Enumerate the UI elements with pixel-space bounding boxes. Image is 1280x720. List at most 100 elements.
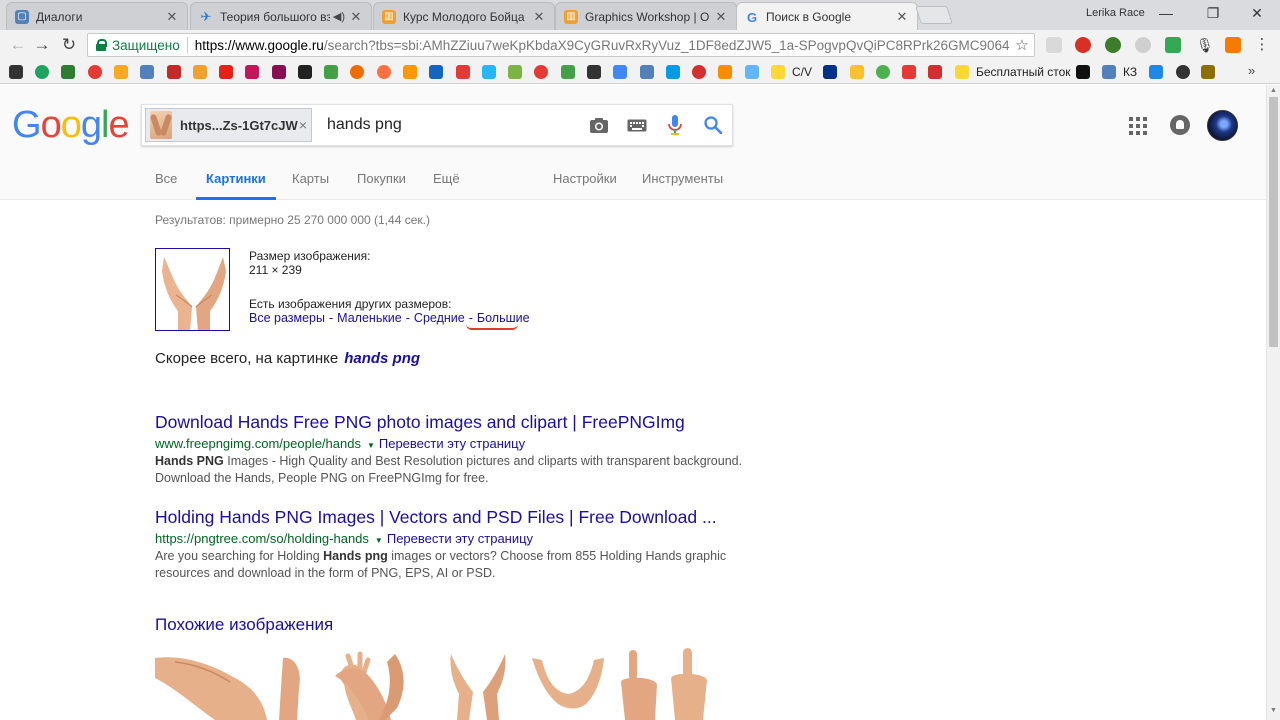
similar-image[interactable] (528, 648, 608, 720)
similar-image[interactable] (447, 648, 509, 720)
bookmark-icon[interactable] (850, 65, 864, 79)
shield-check-icon[interactable] (1165, 37, 1181, 53)
image-query-chip[interactable]: https...Zs-1Gt7cJW × (145, 108, 312, 142)
bookmark-kz[interactable]: КЗ (1123, 65, 1137, 79)
bookmark-icon[interactable] (298, 65, 312, 79)
query-image-preview[interactable] (155, 248, 230, 331)
audio-playing-icon[interactable]: ◀) (333, 10, 345, 23)
bookmark-icon[interactable] (324, 65, 338, 79)
extension-icon[interactable] (1105, 37, 1121, 53)
forward-arrow-icon[interactable]: → (32, 35, 52, 55)
tab-graphics-workshop[interactable]: ▥ Graphics Workshop | Об ✕ (555, 2, 737, 30)
profile-name[interactable]: Lerika Race (1086, 7, 1145, 19)
bookmark-icon[interactable] (928, 65, 942, 79)
bookmark-star-icon[interactable]: ☆ (1010, 36, 1034, 54)
bookmark-icon[interactable] (429, 65, 443, 79)
menu-kebab-icon[interactable]: ⋮ (1252, 35, 1272, 53)
similar-image[interactable] (273, 648, 323, 720)
bookmark-free-stock[interactable]: Бесплатный сток (976, 65, 1071, 79)
tab-close-icon[interactable]: ✕ (349, 9, 363, 25)
tab-tools[interactable]: Инструменты (642, 171, 723, 186)
bookmark-icon[interactable] (508, 65, 522, 79)
dropdown-triangle-icon[interactable]: ▼ (367, 441, 375, 450)
tab-big-bang-theory[interactable]: ✈ Теория большого вз ◀) ✕ (190, 2, 372, 30)
vk-icon[interactable] (1102, 65, 1116, 79)
dropdown-triangle-icon[interactable]: ▼ (375, 536, 383, 545)
similar-images-heading[interactable]: Похожие изображения (155, 615, 333, 635)
secure-label[interactable]: Защищено (112, 38, 180, 53)
medium-sizes-link[interactable]: Средние (414, 311, 465, 325)
scroll-down-icon[interactable]: ▼ (1270, 707, 1277, 714)
folder-icon[interactable] (955, 65, 969, 79)
large-sizes-link[interactable]: Большие (477, 311, 530, 325)
bookmark-icon[interactable] (902, 65, 916, 79)
address-bar[interactable]: Защищено https://www.google.ru/search?tb… (87, 33, 1035, 57)
tab-close-icon[interactable]: ✕ (714, 9, 728, 25)
google-logo[interactable]: Google (12, 104, 130, 147)
bookmark-icon[interactable] (1176, 65, 1190, 79)
extension-icon[interactable] (1225, 37, 1241, 53)
result-title-link[interactable]: Download Hands Free PNG photo images and… (155, 412, 685, 432)
bookmark-icon[interactable] (350, 65, 364, 79)
tab-close-icon[interactable]: ✕ (532, 9, 546, 25)
tab-more[interactable]: Ещё (433, 171, 460, 186)
bookmark-icon[interactable] (377, 65, 391, 79)
microphone-extension-icon[interactable]: 🎙 (1196, 37, 1214, 53)
window-close-icon[interactable]: ✕ (1245, 5, 1269, 22)
similar-image[interactable] (663, 648, 713, 720)
bookmark-icon[interactable] (718, 65, 732, 79)
back-arrow-icon[interactable]: ← (8, 35, 28, 55)
folder-icon[interactable] (771, 65, 785, 79)
search-box[interactable]: https...Zs-1Gt7cJW × hands png (141, 104, 733, 146)
bookmark-icon[interactable] (61, 65, 75, 79)
tab-google-search[interactable]: G Поиск в Google ✕ (736, 2, 918, 31)
notifications-icon[interactable] (1170, 115, 1190, 135)
camera-icon[interactable] (580, 110, 618, 140)
bookmark-cv[interactable]: C/V (792, 65, 812, 79)
bookmark-icon[interactable] (167, 65, 181, 79)
tab-settings[interactable]: Настройки (553, 171, 617, 186)
workshop-icon[interactable] (193, 65, 207, 79)
new-tab-button[interactable] (915, 6, 953, 24)
bookmark-icon[interactable] (482, 65, 496, 79)
bookmarks-overflow-icon[interactable]: » (1248, 63, 1255, 78)
page-scrollbar[interactable]: ▲ ▼ (1266, 85, 1280, 720)
minimize-icon[interactable]: — (1154, 5, 1178, 21)
medium-icon[interactable] (1076, 65, 1090, 79)
paypal-icon[interactable] (823, 65, 837, 79)
tab-all[interactable]: Все (155, 171, 177, 186)
bookmark-icon[interactable] (666, 65, 680, 79)
search-input[interactable]: hands png (327, 116, 580, 134)
similar-image[interactable] (155, 648, 270, 720)
bookmark-icon[interactable] (114, 65, 128, 79)
scrollbar-thumb[interactable] (1269, 97, 1278, 347)
chip-close-icon[interactable]: × (299, 117, 307, 133)
bookmark-icon[interactable] (561, 65, 575, 79)
bookmark-icon[interactable] (534, 65, 548, 79)
tab-shopping[interactable]: Покупки (357, 171, 406, 186)
bookmark-icon[interactable] (745, 65, 759, 79)
small-sizes-link[interactable]: Маленькие (337, 311, 402, 325)
vk-icon[interactable] (140, 65, 154, 79)
translate-icon[interactable] (613, 65, 627, 79)
bookmark-icon[interactable] (9, 65, 23, 79)
similar-image[interactable] (335, 648, 415, 720)
bookmark-icon[interactable] (272, 65, 286, 79)
tab-close-icon[interactable]: ✕ (165, 9, 179, 25)
result-title-link[interactable]: Holding Hands PNG Images | Vectors and P… (155, 507, 717, 527)
translate-page-link[interactable]: Перевести эту страницу (387, 531, 533, 546)
extension-icon[interactable] (1046, 37, 1062, 53)
bookmark-icon[interactable] (587, 65, 601, 79)
bookmark-icon[interactable] (1149, 65, 1163, 79)
best-guess-query-link[interactable]: hands png (344, 350, 420, 367)
tab-maps[interactable]: Карты (292, 171, 329, 186)
search-icon[interactable] (694, 110, 732, 140)
bookmark-icon[interactable] (456, 65, 470, 79)
cloud-icon[interactable] (1135, 37, 1151, 53)
google-apps-icon[interactable] (1129, 117, 1147, 135)
microphone-icon[interactable] (656, 110, 694, 140)
url-text[interactable]: https://www.google.ru/search?tbs=sbi:AMh… (195, 38, 1010, 53)
chrome-icon[interactable] (876, 65, 890, 79)
translate-page-link[interactable]: Перевести эту страницу (379, 436, 525, 451)
bookmark-icon[interactable] (1201, 65, 1215, 79)
